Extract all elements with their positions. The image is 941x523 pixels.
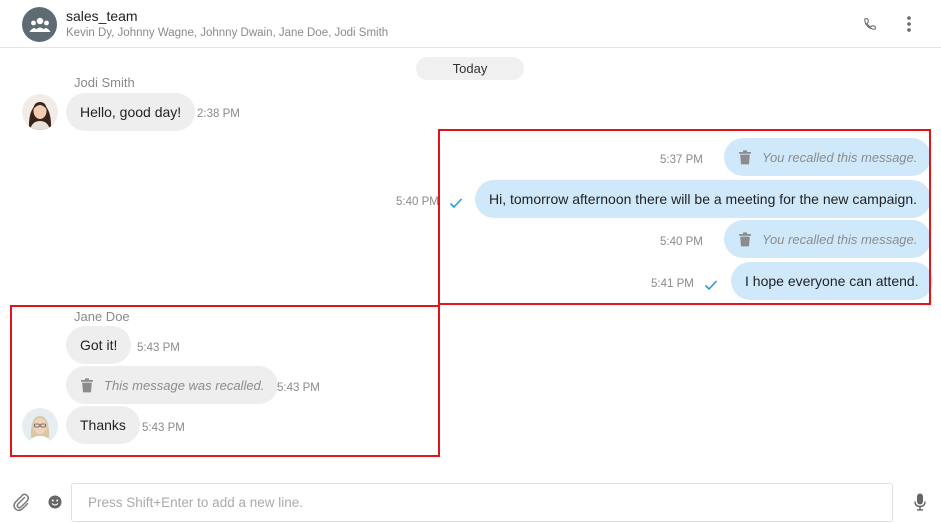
group-avatar[interactable] bbox=[22, 7, 57, 42]
chat-title: sales_team bbox=[66, 8, 138, 24]
call-button[interactable] bbox=[860, 14, 880, 34]
date-divider: Today bbox=[416, 57, 524, 80]
more-vertical-icon bbox=[907, 16, 911, 32]
chat-header: sales_team Kevin Dy, Johnny Wagne, Johnn… bbox=[0, 0, 941, 48]
emoji-icon bbox=[48, 495, 62, 509]
highlight-box-outgoing bbox=[438, 129, 931, 305]
microphone-icon bbox=[914, 493, 926, 511]
avatar[interactable] bbox=[22, 94, 58, 130]
emoji-button[interactable] bbox=[45, 491, 65, 513]
attach-button[interactable] bbox=[11, 491, 31, 513]
message-time: 5:40 PM bbox=[396, 196, 439, 208]
voice-button[interactable] bbox=[910, 491, 930, 513]
phone-icon bbox=[864, 18, 876, 30]
sender-name: Jodi Smith bbox=[74, 75, 135, 90]
message-input[interactable] bbox=[71, 483, 893, 522]
message-bubble[interactable]: Hello, good day! bbox=[66, 93, 196, 131]
paperclip-icon bbox=[13, 493, 29, 512]
message-text: Hello, good day! bbox=[80, 104, 182, 120]
chat-members: Kevin Dy, Johnny Wagne, Johnny Dwain, Ja… bbox=[66, 27, 389, 39]
highlight-box-incoming bbox=[10, 305, 440, 457]
group-icon bbox=[29, 17, 50, 32]
message-time: 2:38 PM bbox=[197, 108, 240, 120]
more-button[interactable] bbox=[899, 14, 919, 34]
